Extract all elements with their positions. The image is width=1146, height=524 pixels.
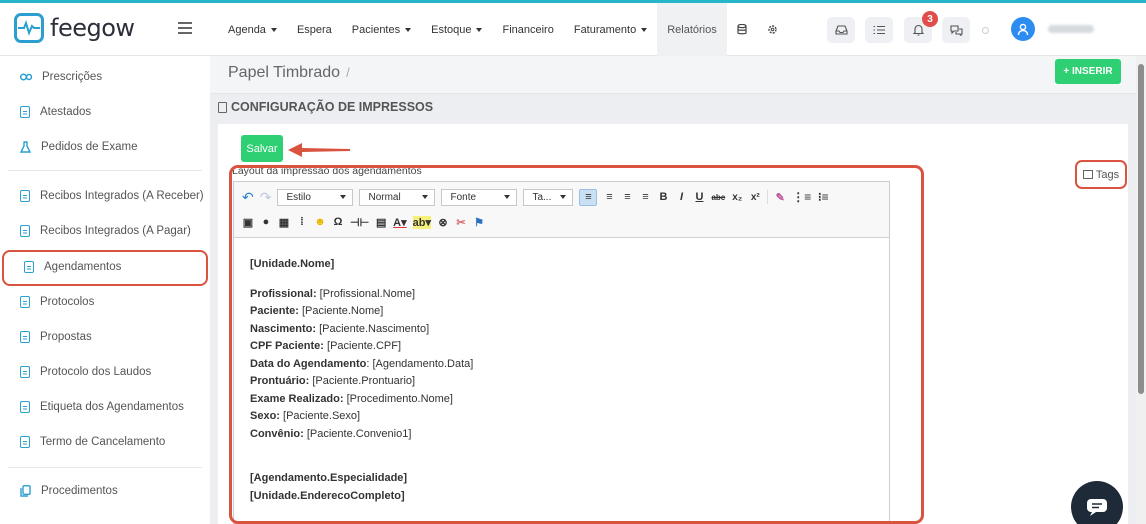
document-icon bbox=[20, 401, 30, 413]
document-outline-icon bbox=[218, 101, 227, 113]
document-icon bbox=[20, 331, 30, 343]
insert-button[interactable]: + INSERIR bbox=[1055, 59, 1121, 84]
page-scrollbar[interactable] bbox=[1136, 56, 1146, 524]
sidebar-divider bbox=[8, 467, 202, 468]
status-dot-icon bbox=[982, 27, 989, 34]
nav-item-relatorios[interactable]: Relatórios bbox=[657, 3, 727, 56]
top-bar: feegow Agenda Espera Pacientes Estoque F… bbox=[0, 0, 1146, 56]
sidebar-item-label: Termo de Cancelamento bbox=[40, 436, 166, 448]
tags-button[interactable]: Tags bbox=[1075, 160, 1127, 189]
sidebar-item-label: Protocolo dos Laudos bbox=[40, 366, 152, 378]
page-title: Papel Timbrado / bbox=[228, 64, 350, 82]
sidebar-item-etiqueta-dos-agendamentos[interactable]: Etiqueta dos Agendamentos bbox=[0, 390, 210, 424]
pills-icon bbox=[20, 73, 32, 81]
support-chat-icon[interactable] bbox=[1071, 481, 1123, 524]
logo-mark-icon bbox=[14, 13, 44, 43]
notification-count-badge: 3 bbox=[922, 11, 938, 27]
copy-icon bbox=[20, 485, 31, 497]
logo[interactable]: feegow bbox=[14, 13, 135, 43]
section-title: CONFIGURAÇÃO DE IMPRESSOS bbox=[218, 100, 433, 114]
insert-button-label: + INSERIR bbox=[1063, 66, 1113, 77]
document-icon bbox=[20, 366, 30, 378]
annotation-highlight-editor bbox=[229, 165, 924, 524]
notifications-bell-icon[interactable]: 3 bbox=[904, 11, 938, 43]
nav-item-agenda[interactable]: Agenda bbox=[218, 3, 287, 56]
sidebar-item-termo-de-cancelamento[interactable]: Termo de Cancelamento bbox=[0, 425, 210, 459]
nav-item-pacientes[interactable]: Pacientes bbox=[342, 3, 421, 56]
database-icon[interactable] bbox=[727, 3, 757, 56]
tags-button-label: Tags bbox=[1095, 168, 1120, 181]
nav-item-estoque[interactable]: Estoque bbox=[421, 3, 492, 56]
document-icon bbox=[20, 296, 30, 308]
breadcrumb-separator: / bbox=[346, 65, 350, 80]
sidebar-item-label: Pedidos de Exame bbox=[41, 141, 138, 153]
checklist-icon[interactable] bbox=[865, 17, 893, 43]
sidebar-item-recibos-a-pagar[interactable]: Recibos Integrados (A Pagar) bbox=[0, 214, 210, 248]
sidebar-item-label: Atestados bbox=[40, 106, 92, 118]
sidebar-item-procedimentos[interactable]: Procedimentos bbox=[0, 474, 210, 508]
sidebar-item-label: Recibos Integrados (A Receber) bbox=[40, 190, 204, 202]
sidebar-item-label: Etiqueta dos Agendamentos bbox=[40, 401, 184, 413]
caret-down-icon bbox=[641, 27, 648, 32]
nav-item-financeiro[interactable]: Financeiro bbox=[492, 3, 563, 56]
username-blurred[interactable] bbox=[1048, 25, 1094, 33]
user-avatar[interactable] bbox=[1011, 17, 1035, 41]
caret-down-icon bbox=[270, 27, 277, 32]
nav-label: Relatórios bbox=[667, 23, 717, 36]
sidebar-item-label: Propostas bbox=[40, 331, 92, 343]
nav-label: Faturamento bbox=[573, 23, 637, 36]
nav-item-espera[interactable]: Espera bbox=[287, 3, 342, 56]
list-box-icon bbox=[1082, 170, 1093, 179]
sidebar-item-label: Prescrições bbox=[42, 71, 103, 83]
save-button-label: Salvar bbox=[246, 142, 278, 155]
sidebar-item-recibos-a-receber[interactable]: Recibos Integrados (A Receber) bbox=[0, 179, 210, 213]
nav-label: Espera bbox=[296, 23, 332, 36]
document-icon bbox=[20, 106, 30, 118]
annotation-arrow-icon bbox=[288, 143, 350, 157]
nav-label: Financeiro bbox=[502, 23, 554, 36]
scrollbar-thumb[interactable] bbox=[1138, 64, 1144, 394]
chat-bubbles-icon[interactable] bbox=[942, 17, 970, 43]
sidebar-item-propostas[interactable]: Propostas bbox=[0, 320, 210, 354]
sidebar-item-prescricoes[interactable]: Prescrições bbox=[0, 60, 210, 94]
annotation-highlight-agendamentos bbox=[2, 250, 208, 286]
main-nav: Agenda Espera Pacientes Estoque Financei… bbox=[218, 3, 788, 56]
caret-down-icon bbox=[476, 27, 483, 32]
nav-label: Agenda bbox=[228, 23, 266, 36]
sidebar-item-atestados[interactable]: Atestados bbox=[0, 95, 210, 129]
page-title-text: Papel Timbrado bbox=[228, 64, 341, 81]
sidebar-item-pedidos-de-exame[interactable]: Pedidos de Exame bbox=[0, 130, 210, 164]
document-icon bbox=[20, 436, 30, 448]
sidebar-divider bbox=[8, 170, 202, 171]
menu-toggle-icon[interactable] bbox=[178, 22, 192, 37]
nav-label: Estoque bbox=[431, 23, 472, 36]
sidebar-item-protocolos[interactable]: Protocolos bbox=[0, 285, 210, 319]
sidebar: Prescrições Atestados Pedidos de Exame R… bbox=[0, 56, 210, 524]
save-button[interactable]: Salvar bbox=[241, 135, 283, 162]
document-icon bbox=[20, 190, 30, 202]
inbox-icon[interactable] bbox=[827, 17, 855, 43]
sidebar-item-label: Procedimentos bbox=[41, 485, 118, 497]
nav-label: Pacientes bbox=[351, 23, 401, 36]
document-icon bbox=[20, 225, 30, 237]
flask-icon bbox=[20, 141, 31, 153]
sidebar-item-protocolo-dos-laudos[interactable]: Protocolo dos Laudos bbox=[0, 355, 210, 389]
logo-text: feegow bbox=[50, 14, 135, 42]
section-title-text: CONFIGURAÇÃO DE IMPRESSOS bbox=[231, 100, 434, 114]
nav-item-faturamento[interactable]: Faturamento bbox=[564, 3, 657, 56]
sidebar-item-label: Protocolos bbox=[40, 296, 95, 308]
settings-gear-icon[interactable] bbox=[757, 3, 788, 56]
sidebar-item-label: Recibos Integrados (A Pagar) bbox=[40, 225, 191, 237]
page-header: Papel Timbrado / + INSERIR bbox=[210, 56, 1136, 94]
caret-down-icon bbox=[405, 27, 412, 32]
